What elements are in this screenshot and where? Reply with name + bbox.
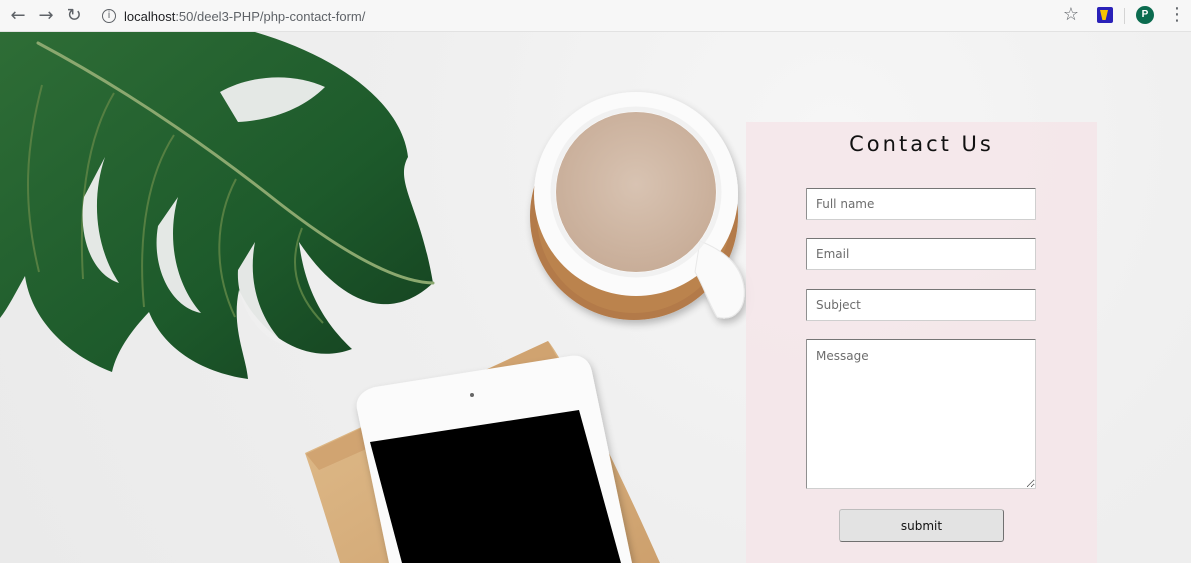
- tablet-camera: [470, 393, 474, 397]
- contact-title: Contact Us: [849, 132, 994, 156]
- address-bar[interactable]: i localhost:50/deel3-PHP/php-contact-for…: [102, 4, 365, 28]
- coffee-setup: [530, 92, 745, 320]
- message-textarea[interactable]: [806, 339, 1036, 489]
- monstera-leaf: [0, 32, 435, 379]
- subject-input[interactable]: [806, 289, 1036, 321]
- contact-form-panel: Contact Us submit: [746, 122, 1097, 563]
- tablet-setup: [305, 341, 660, 563]
- forward-arrow-icon[interactable]: →: [36, 6, 56, 26]
- toolbar-divider: [1124, 8, 1125, 24]
- info-icon[interactable]: i: [102, 9, 116, 23]
- email-input[interactable]: [806, 238, 1036, 270]
- extension-icon[interactable]: [1097, 7, 1113, 23]
- full-name-input[interactable]: [806, 188, 1036, 220]
- submit-button[interactable]: submit: [839, 509, 1004, 542]
- coffee-surface: [556, 112, 716, 272]
- reload-icon[interactable]: ↻: [64, 6, 84, 26]
- back-arrow-icon[interactable]: ←: [8, 6, 28, 26]
- url-host[interactable]: localhost: [124, 9, 175, 24]
- profile-avatar[interactable]: P: [1136, 6, 1154, 24]
- more-vert-icon[interactable]: ⋮: [1168, 6, 1186, 24]
- star-icon[interactable]: ☆: [1062, 6, 1080, 24]
- url-text[interactable]: localhost:50/deel3-PHP/php-contact-form/: [124, 9, 365, 24]
- hero-background: Contact Us submit: [0, 32, 1191, 563]
- url-path[interactable]: :50/deel3-PHP/php-contact-form/: [175, 9, 365, 24]
- browser-toolbar: ← → ↻ i localhost:50/deel3-PHP/php-conta…: [0, 0, 1191, 32]
